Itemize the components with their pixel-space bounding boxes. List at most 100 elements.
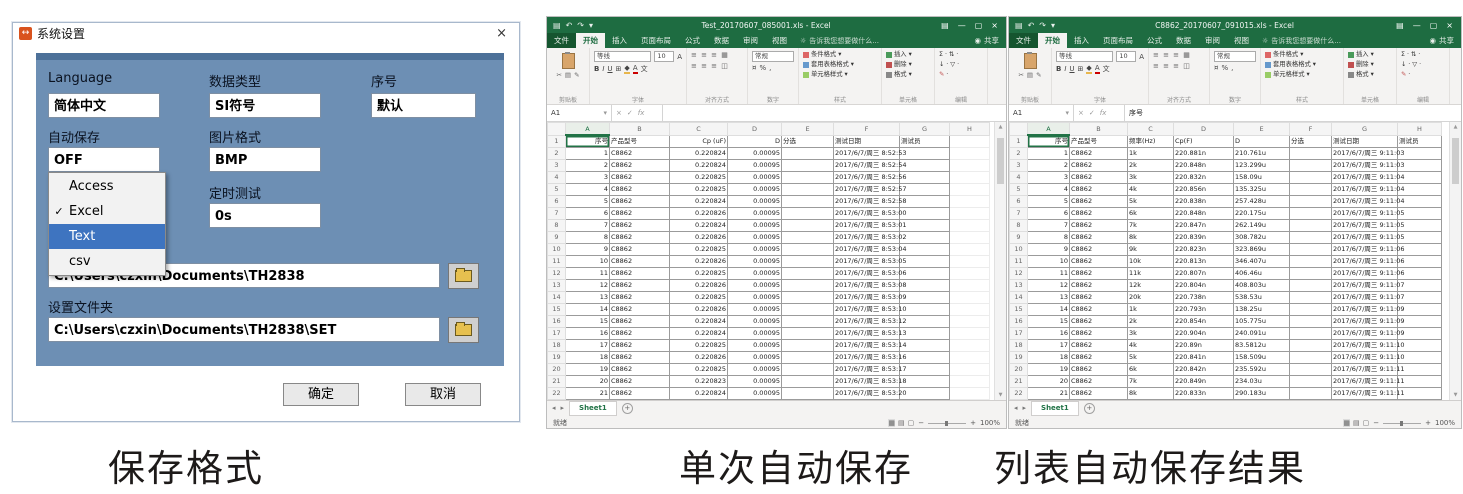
column-header[interactable]: A: [566, 123, 610, 136]
cell[interactable]: 0.00095: [728, 183, 782, 195]
cell[interactable]: 2k: [1128, 315, 1174, 327]
cell[interactable]: 0.00095: [728, 267, 782, 279]
number-icons[interactable]: ¤%,: [1214, 64, 1256, 72]
formula-input[interactable]: [663, 105, 1006, 121]
dropdown-item-Text[interactable]: Text: [49, 224, 165, 249]
cell[interactable]: 2k: [1128, 159, 1174, 171]
border-icon[interactable]: ⊞: [616, 65, 622, 73]
row-header[interactable]: 1: [548, 135, 566, 147]
cell[interactable]: D: [728, 135, 782, 147]
cell[interactable]: [950, 327, 990, 339]
cell[interactable]: 10: [1028, 255, 1070, 267]
cell[interactable]: C8862: [1070, 219, 1128, 231]
cell[interactable]: 18: [1028, 351, 1070, 363]
number-format-box[interactable]: 常规: [1214, 51, 1256, 62]
cell[interactable]: [782, 399, 834, 400]
cell[interactable]: [950, 303, 990, 315]
font-name-box[interactable]: 等线: [1056, 51, 1113, 62]
cell[interactable]: 0.220825: [670, 339, 728, 351]
cell[interactable]: 0.220825: [670, 183, 728, 195]
cell[interactable]: 0.00095: [728, 207, 782, 219]
redo-icon[interactable]: ↷: [577, 21, 584, 30]
cell[interactable]: 7k: [1128, 219, 1174, 231]
cell[interactable]: [1290, 363, 1332, 375]
row-header[interactable]: 15: [548, 303, 566, 315]
column-header[interactable]: D: [728, 123, 782, 136]
cell[interactable]: [782, 147, 834, 159]
cell[interactable]: 235.592u: [1234, 363, 1290, 375]
cell[interactable]: 20: [566, 375, 610, 387]
cell[interactable]: C8862: [610, 219, 670, 231]
cell[interactable]: 分选: [1290, 135, 1332, 147]
cell[interactable]: 6k: [1128, 207, 1174, 219]
cell[interactable]: C8862: [1070, 183, 1128, 195]
cell[interactable]: 0.220826: [670, 231, 728, 243]
cell[interactable]: 220.823n: [1174, 243, 1234, 255]
cell[interactable]: 2017/6/7/周三 8:53:09: [834, 291, 900, 303]
name-box[interactable]: A1▾: [547, 105, 612, 121]
ok-button[interactable]: 确定: [283, 383, 359, 406]
column-header[interactable]: B: [1070, 123, 1128, 136]
cell[interactable]: [782, 279, 834, 291]
paste-icon[interactable]: [562, 53, 575, 69]
cell[interactable]: [782, 267, 834, 279]
maximize-icon[interactable]: ▢: [1430, 21, 1438, 30]
cell[interactable]: 0.00095: [728, 243, 782, 255]
cell[interactable]: 0.00095: [728, 303, 782, 315]
cell[interactable]: 21: [1028, 387, 1070, 399]
cell[interactable]: 210.761u: [1234, 147, 1290, 159]
cell[interactable]: [782, 387, 834, 399]
cell[interactable]: [950, 147, 990, 159]
cell[interactable]: [900, 159, 950, 171]
cell[interactable]: 20k: [1128, 291, 1174, 303]
cell[interactable]: 0.220824: [670, 219, 728, 231]
cell[interactable]: C8862: [1070, 255, 1128, 267]
cell[interactable]: C8862: [610, 207, 670, 219]
cell[interactable]: C8862: [1070, 363, 1128, 375]
row-header[interactable]: 2: [1010, 147, 1028, 159]
ribbon-tab-开始[interactable]: 开始: [1038, 33, 1067, 48]
cell[interactable]: 0.220826: [670, 279, 728, 291]
column-header[interactable]: C: [1128, 123, 1174, 136]
share-button[interactable]: ◉共享: [1422, 33, 1461, 48]
add-sheet-icon[interactable]: +: [1084, 403, 1095, 414]
vertical-scrollbar[interactable]: ▲ ▼: [994, 122, 1006, 400]
cell[interactable]: [1290, 303, 1332, 315]
dropdown-item-Excel[interactable]: ✓Excel: [49, 199, 165, 224]
cell[interactable]: 19: [566, 363, 610, 375]
cell[interactable]: [950, 219, 990, 231]
cell[interactable]: 9k: [1128, 399, 1174, 400]
cancel-icon[interactable]: ×: [616, 109, 622, 117]
cell[interactable]: 2017/6/7/周三 9:11:06: [1332, 255, 1398, 267]
cell[interactable]: C8862: [610, 399, 670, 400]
ribbon-tab-视图[interactable]: 视图: [1227, 33, 1256, 48]
cell[interactable]: 2017/6/7/周三 8:53:02: [834, 231, 900, 243]
cell[interactable]: 2017/6/7/周三 8:53:00: [834, 207, 900, 219]
cell[interactable]: 0.220825: [670, 171, 728, 183]
ribbon-tab-页面布局[interactable]: 页面布局: [1096, 33, 1140, 48]
cell[interactable]: 1k: [1128, 303, 1174, 315]
autosum-button[interactable]: Σ·⇅·: [1401, 51, 1445, 59]
ribbon-tab-审阅[interactable]: 审阅: [736, 33, 765, 48]
cell[interactable]: C8862: [1070, 399, 1128, 400]
row-header[interactable]: 12: [1010, 267, 1028, 279]
ribbon-tab-插入[interactable]: 插入: [605, 33, 634, 48]
cell[interactable]: C8862: [1070, 339, 1128, 351]
cancel-icon[interactable]: ×: [1078, 109, 1084, 117]
italic-icon[interactable]: I: [602, 65, 604, 73]
row-header[interactable]: 5: [548, 183, 566, 195]
format-as-table-button[interactable]: 套用表格格式▾: [803, 61, 877, 69]
delete-cells-button[interactable]: 删除▾: [1348, 61, 1392, 69]
paste-icon[interactable]: [1024, 53, 1037, 69]
fill-color-icon[interactable]: ◆: [624, 64, 629, 74]
timer-field[interactable]: 0s: [209, 203, 321, 228]
cell[interactable]: 220.833n: [1174, 387, 1234, 399]
cell[interactable]: 10: [566, 255, 610, 267]
cell[interactable]: 123.299u: [1234, 159, 1290, 171]
cell[interactable]: 10k: [1128, 255, 1174, 267]
cell[interactable]: C8862: [1070, 279, 1128, 291]
cell[interactable]: 0.00095: [728, 363, 782, 375]
select-all-corner[interactable]: [1010, 123, 1028, 136]
add-sheet-icon[interactable]: +: [622, 403, 633, 414]
cell[interactable]: 0.220826: [670, 303, 728, 315]
